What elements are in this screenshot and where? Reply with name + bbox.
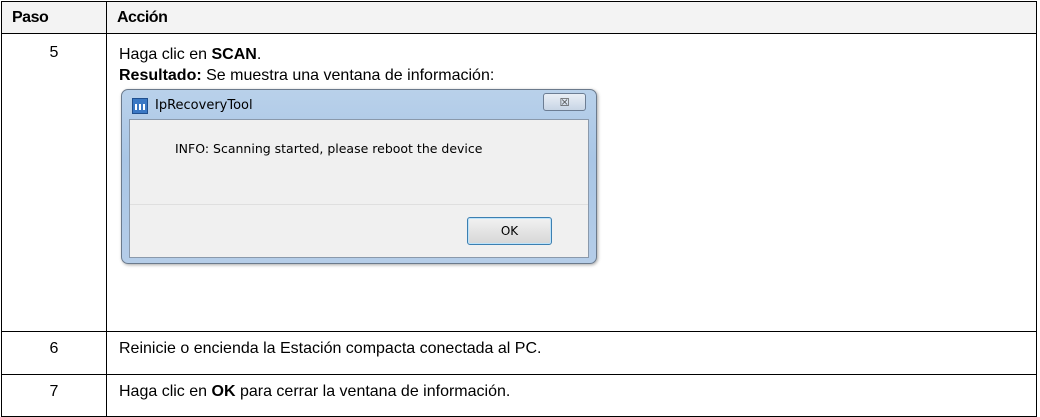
instruction-keyword: SCAN — [211, 46, 257, 63]
result-line: Resultado: Se muestra una ventana de inf… — [119, 65, 1026, 86]
dialog-footer: OK — [130, 204, 588, 257]
table-row: 7 Haga clic en OK para cerrar la ventana… — [1, 374, 1037, 417]
header-action: Acción — [106, 1, 1037, 34]
dialog-titlebar[interactable]: IpRecoveryTool ☒ — [122, 90, 596, 119]
step-number: 6 — [1, 331, 107, 375]
dialog-body: INFO: Scanning started, please reboot th… — [129, 119, 589, 258]
instruction-suffix: para cerrar la ventana de información. — [235, 383, 511, 400]
step-action: Haga clic en OK para cerrar la ventana d… — [106, 374, 1037, 417]
info-dialog: IpRecoveryTool ☒ INFO: Scanning started,… — [121, 89, 597, 264]
dialog-message: INFO: Scanning started, please reboot th… — [175, 141, 483, 156]
table-header-row: Paso Acción — [1, 1, 1037, 34]
close-button[interactable]: ☒ — [543, 93, 586, 111]
step-action: Haga clic en SCAN. Resultado: Se muestra… — [106, 33, 1037, 332]
table-row: 5 Haga clic en SCAN. Resultado: Se muest… — [1, 33, 1037, 332]
instruction-line: Haga clic en SCAN. — [119, 44, 1026, 65]
instruction-keyword: OK — [211, 383, 236, 400]
instruction-suffix: . — [256, 46, 262, 63]
step-action: Reinicie o encienda la Estación compacta… — [106, 331, 1037, 375]
ok-button[interactable]: OK — [467, 217, 552, 245]
instruction-text: Haga clic en — [119, 46, 212, 63]
dialog-title: IpRecoveryTool — [155, 98, 253, 113]
result-text: Se muestra una ventana de información: — [201, 67, 495, 84]
header-step: Paso — [1, 1, 107, 34]
app-icon — [132, 98, 148, 114]
close-icon: ☒ — [559, 95, 570, 109]
table-row: 6 Reinicie o encienda la Estación compac… — [1, 331, 1037, 375]
step-number: 7 — [1, 374, 107, 417]
instruction-text: Haga clic en — [119, 383, 212, 400]
result-label: Resultado: — [119, 67, 202, 84]
steps-table: Paso Acción 5 Haga clic en SCAN. Resulta… — [1, 1, 1037, 417]
step-number: 5 — [1, 33, 107, 332]
